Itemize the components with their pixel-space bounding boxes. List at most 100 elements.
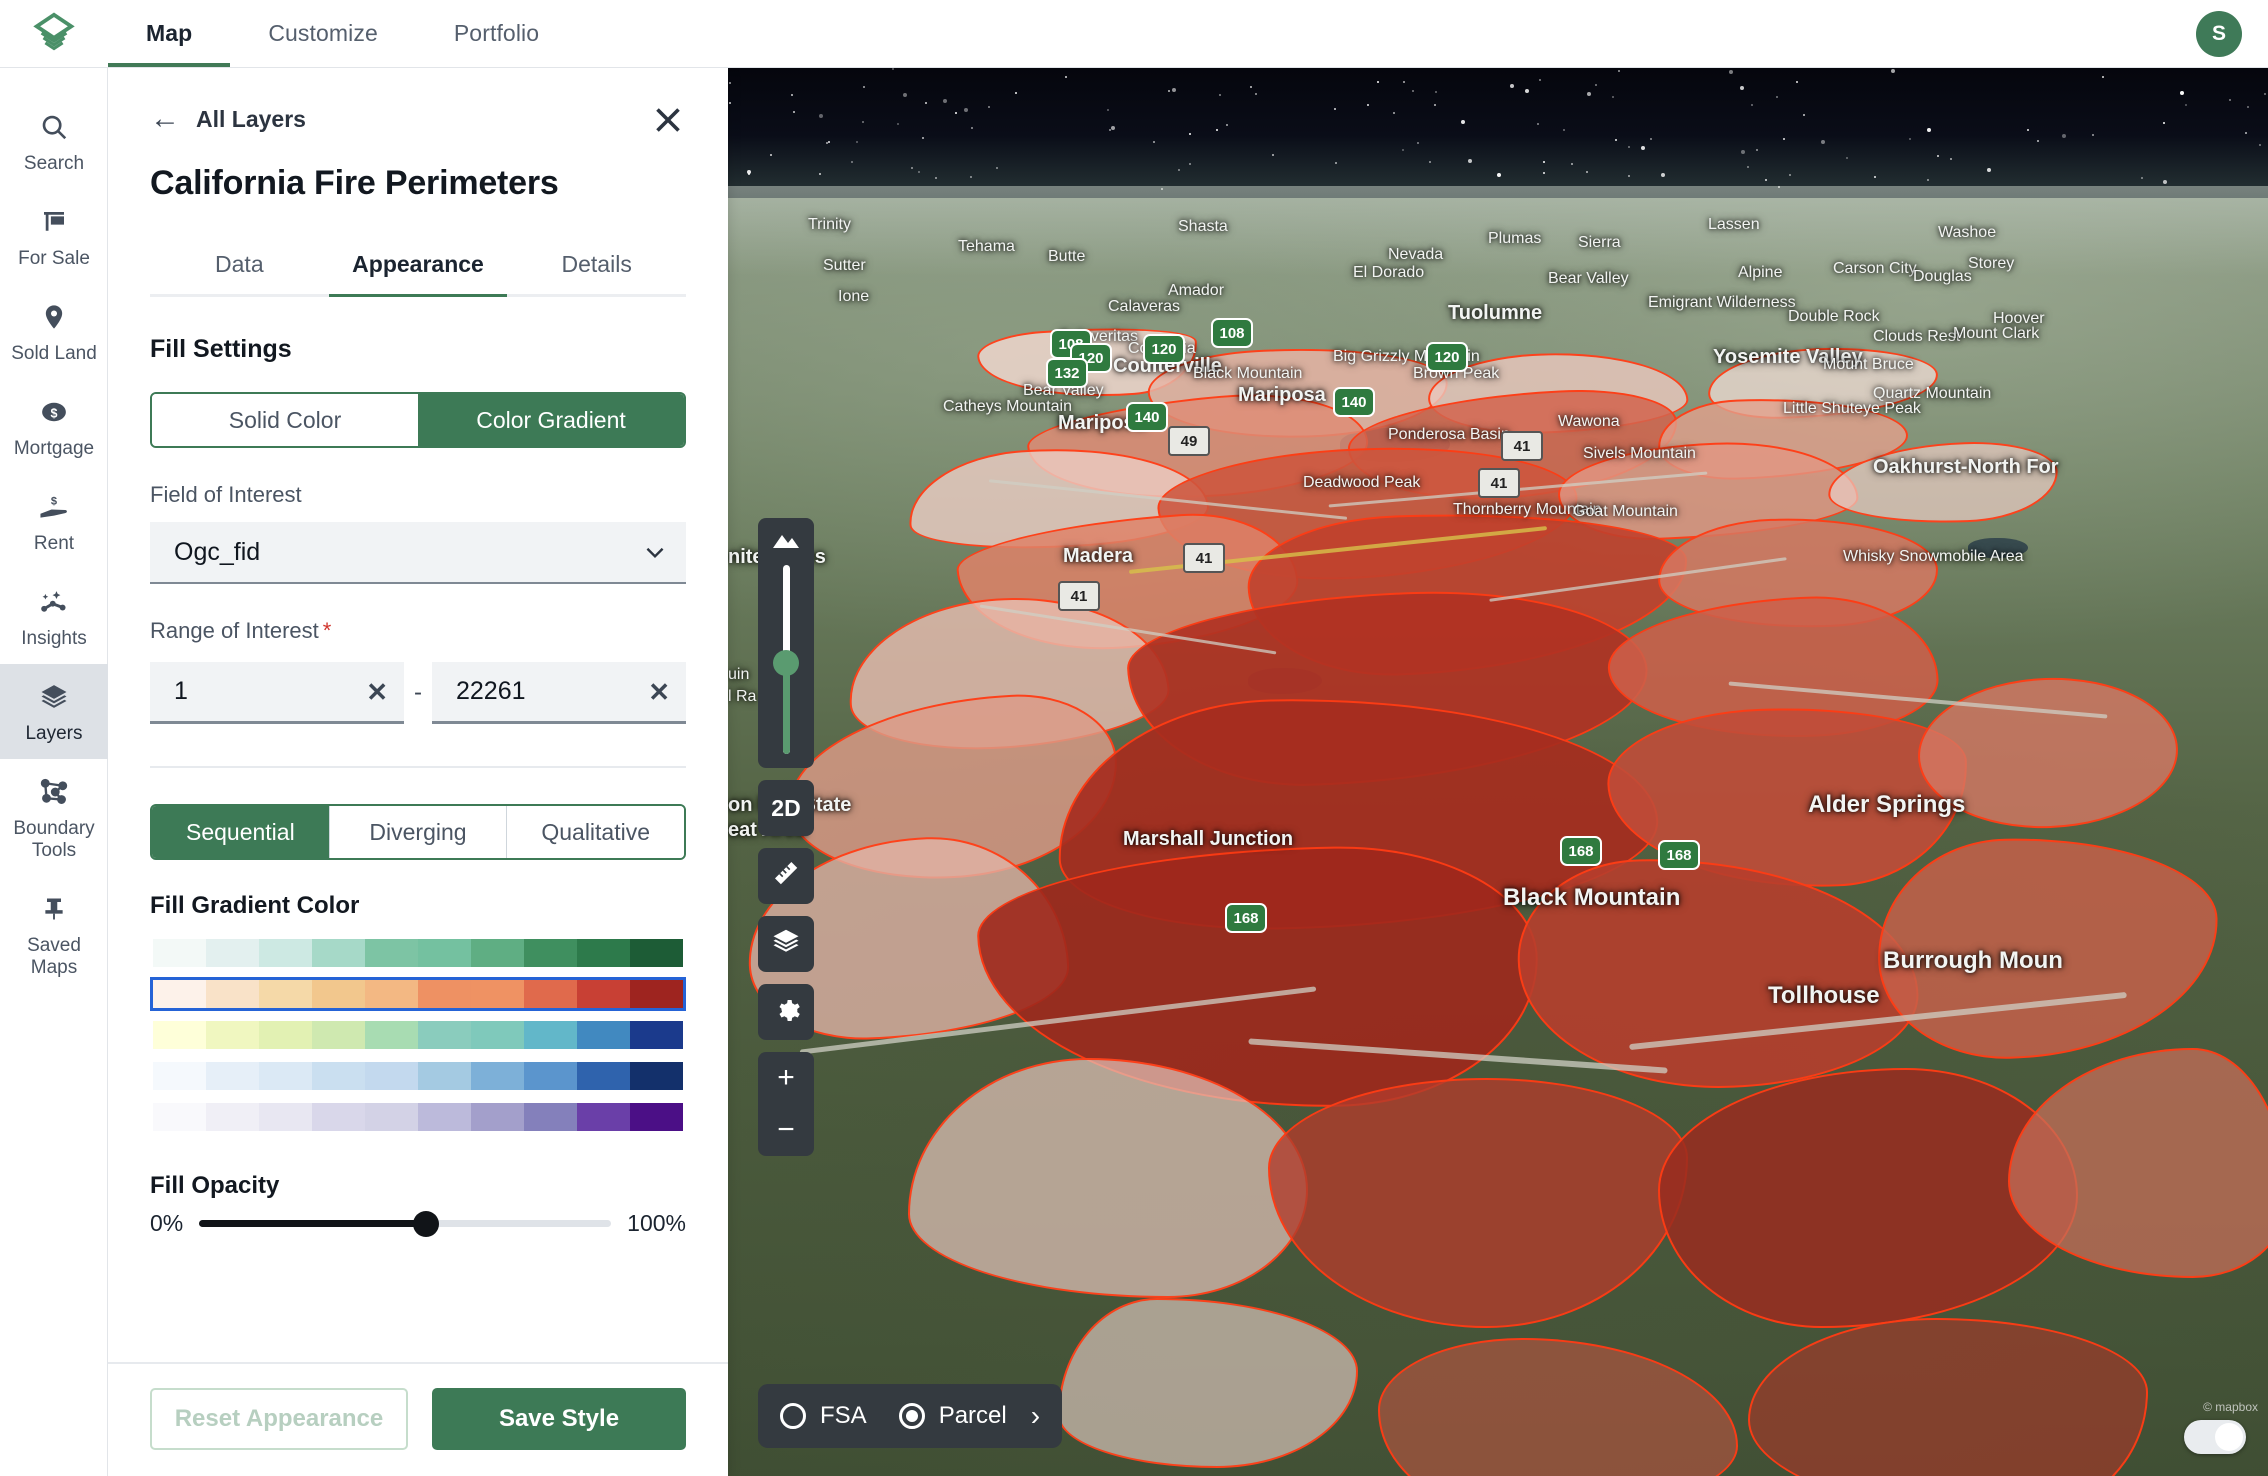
sidebar-item-insights[interactable]: Insights xyxy=(0,569,108,664)
fsa-radio[interactable] xyxy=(780,1403,806,1429)
zoom-in-button[interactable]: + xyxy=(758,1052,814,1104)
layer-appearance-panel: ← All Layers California Fire Perimeters … xyxy=(108,68,728,1476)
palette-type-diverging[interactable]: Diverging xyxy=(328,806,507,858)
sidebar-item-label: Layers xyxy=(25,723,83,745)
gradient-palette-oranges-reds[interactable] xyxy=(150,977,686,1011)
star xyxy=(1435,90,1438,93)
star xyxy=(1416,142,1419,145)
gradient-swatch xyxy=(524,1062,577,1090)
gradient-swatch xyxy=(365,1062,418,1090)
gradient-palette-purples[interactable] xyxy=(150,1100,686,1134)
save-style-button[interactable]: Save Style xyxy=(432,1388,686,1450)
dimension-toggle-button[interactable]: 2D xyxy=(758,780,814,836)
clear-x-icon[interactable]: ✕ xyxy=(366,679,388,705)
sidebar-item-mortgage[interactable]: $ Mortgage xyxy=(0,379,108,474)
parcel-label: Parcel xyxy=(938,1402,1007,1429)
gradient-swatch xyxy=(471,1021,524,1049)
parcel-radio[interactable] xyxy=(898,1403,925,1429)
app-logo[interactable] xyxy=(0,0,108,67)
tab-portfolio[interactable]: Portfolio xyxy=(416,0,577,67)
tab-details-label: Details xyxy=(561,251,632,277)
svg-text:$: $ xyxy=(51,407,58,421)
zoom-in-label: + xyxy=(777,1061,795,1094)
map-controls: 2D + − xyxy=(758,518,814,1156)
tab-data[interactable]: Data xyxy=(150,237,329,294)
map-toggle-switch[interactable] xyxy=(2184,1420,2246,1454)
sidebar-item-label: Rent xyxy=(33,533,75,555)
clear-x-icon[interactable]: ✕ xyxy=(648,679,670,705)
panel-tabs: Data Appearance Details xyxy=(150,237,686,297)
field-of-interest-select[interactable]: Ogc_fid xyxy=(150,522,686,584)
zoom-out-button[interactable]: − xyxy=(758,1104,814,1156)
gradient-swatch xyxy=(206,1062,259,1090)
sidebar-item-for-sale[interactable]: For Sale xyxy=(0,189,108,284)
sparkle-chart-icon xyxy=(38,585,70,619)
star xyxy=(1376,81,1379,83)
back-to-all-layers[interactable]: ← All Layers xyxy=(150,104,686,134)
gradient-swatch xyxy=(206,1103,259,1131)
avatar[interactable]: S xyxy=(2196,10,2242,57)
sidebar-item-boundary-tools[interactable]: Boundary Tools xyxy=(0,759,108,876)
gradient-swatch xyxy=(312,1103,365,1131)
map-layers-button[interactable] xyxy=(758,916,814,972)
page-title: California Fire Perimeters xyxy=(150,164,559,202)
pitch-track[interactable] xyxy=(773,565,799,754)
route-shield: 140 xyxy=(1333,387,1375,417)
star xyxy=(818,114,823,119)
tab-customize[interactable]: Customize xyxy=(230,0,416,67)
tab-appearance[interactable]: Appearance xyxy=(328,237,508,297)
gradient-palette-greens[interactable] xyxy=(150,936,686,970)
fill-mode-color-gradient[interactable]: Color Gradient xyxy=(418,394,684,446)
gradient-swatch xyxy=(630,1103,683,1131)
map-canvas[interactable]: Trinity Shasta Lassen Washoe Tehama Butte Plum… xyxy=(728,68,2268,1476)
slider-knob[interactable] xyxy=(412,1210,439,1237)
sidebar-item-rent[interactable]: $ Rent xyxy=(0,474,108,569)
map-settings-button[interactable] xyxy=(758,984,814,1040)
gradient-swatch xyxy=(259,1103,312,1131)
range-of-interest-row: 1 ✕ - 22261 ✕ xyxy=(150,662,686,724)
sidebar-item-sold-land[interactable]: Sold Land xyxy=(0,284,108,379)
horizon-haze xyxy=(728,186,2268,276)
sidebar-item-search[interactable]: Search xyxy=(0,94,108,189)
zoom-out-label: − xyxy=(777,1113,795,1146)
top-bar: Map Customize Portfolio S xyxy=(0,0,2268,68)
map-attribution: © mapbox xyxy=(2203,1400,2258,1414)
measure-tool-button[interactable] xyxy=(758,848,814,904)
fill-opacity-slider[interactable] xyxy=(199,1210,612,1237)
zoom-controls: + − xyxy=(758,1052,814,1156)
fill-mode-gradient-label: Color Gradient xyxy=(476,406,626,433)
fill-mode-solid-color[interactable]: Solid Color xyxy=(152,394,418,446)
panel-scroll-area[interactable]: ← All Layers California Fire Perimeters … xyxy=(108,68,728,1362)
panel-footer: Reset Appearance Save Style xyxy=(108,1362,728,1476)
star xyxy=(1627,174,1630,177)
reset-appearance-button[interactable]: Reset Appearance xyxy=(150,1388,408,1450)
pitch-slider-control[interactable] xyxy=(758,518,814,768)
sidebar-item-label: Search xyxy=(23,153,85,174)
gradient-swatch xyxy=(524,980,577,1008)
palette-type-sequential[interactable]: Sequential xyxy=(152,806,329,858)
range-min-input[interactable]: 1 ✕ xyxy=(150,662,404,724)
sidebar-item-layers[interactable]: Layers xyxy=(0,664,108,760)
star xyxy=(1789,173,1792,176)
palette-type-qualitative[interactable]: Qualitative xyxy=(506,806,684,858)
tab-map[interactable]: Map xyxy=(108,0,231,67)
star xyxy=(769,153,772,156)
divider xyxy=(150,766,686,768)
tab-data-label: Data xyxy=(215,251,264,277)
gradient-palette-blues[interactable] xyxy=(150,1059,686,1093)
search-icon xyxy=(39,110,69,144)
gradient-swatch xyxy=(577,1103,630,1131)
tab-appearance-label: Appearance xyxy=(352,251,484,277)
star xyxy=(1333,108,1336,110)
star xyxy=(1803,113,1805,116)
gradient-palette-yellow-green-blue[interactable] xyxy=(150,1018,686,1052)
field-of-interest-label: Field of Interest xyxy=(150,482,302,507)
sidebar-item-saved-maps[interactable]: Saved Maps xyxy=(0,876,108,993)
close-icon[interactable] xyxy=(650,102,686,138)
range-max-input[interactable]: 22261 ✕ xyxy=(432,662,686,724)
gradient-swatch xyxy=(153,939,206,967)
pitch-knob[interactable] xyxy=(773,650,799,677)
gradient-swatch xyxy=(365,939,418,967)
tab-details[interactable]: Details xyxy=(507,237,686,294)
chevron-right-icon[interactable]: › xyxy=(1031,1400,1040,1432)
